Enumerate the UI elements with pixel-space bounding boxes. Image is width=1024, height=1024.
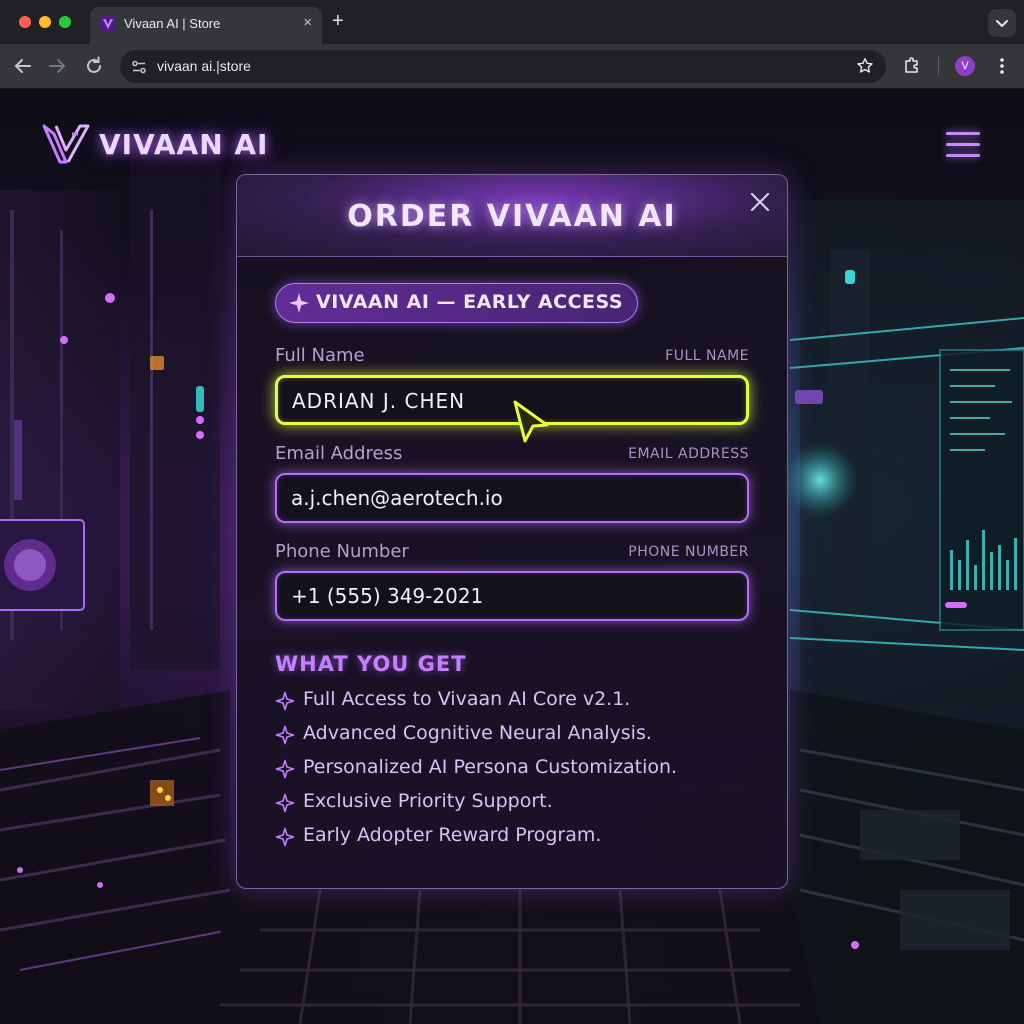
- email-input[interactable]: a.j.chen@aerotech.io: [275, 473, 749, 523]
- benefit-text: Exclusive Priority Support.: [303, 790, 553, 812]
- sparkle-icon: [289, 293, 309, 313]
- sparkle-outline-icon: [275, 759, 295, 779]
- window-minimize-button[interactable]: [39, 16, 51, 28]
- modal-title: ORDER VIVAAN AI: [347, 199, 677, 234]
- tab-search-button[interactable]: [988, 9, 1016, 37]
- benefit-text: Full Access to Vivaan AI Core v2.1.: [303, 688, 631, 710]
- forward-arrow-icon[interactable]: [45, 54, 69, 78]
- phone-hint: PHONE NUMBER: [628, 544, 749, 560]
- extensions-puzzle-icon[interactable]: [902, 55, 922, 75]
- benefit-text: Early Adopter Reward Program.: [303, 824, 602, 846]
- window-close-button[interactable]: [19, 16, 31, 28]
- tab-close-icon[interactable]: ×: [303, 14, 312, 31]
- browser-tab-bar: Vivaan AI | Store × +: [0, 0, 1024, 44]
- benefits-title: WHAT YOU GET: [275, 652, 467, 676]
- url-text[interactable]: vivaan ai.|store: [157, 58, 251, 74]
- back-arrow-icon[interactable]: [11, 54, 35, 78]
- benefit-text: Advanced Cognitive Neural Analysis.: [303, 722, 652, 744]
- early-access-badge: VIVAAN AI — EARLY ACCESS: [275, 283, 639, 323]
- window-zoom-button[interactable]: [59, 16, 71, 28]
- sparkle-outline-icon: [275, 827, 295, 847]
- phone-label: Phone Number: [275, 541, 409, 562]
- reload-icon[interactable]: [82, 54, 106, 78]
- order-modal: ORDER VIVAAN AI VIVAAN AI — EARLY ACCESS…: [236, 174, 788, 889]
- more-menu-icon[interactable]: [992, 55, 1012, 77]
- badge-text: VIVAAN AI — EARLY ACCESS: [316, 291, 624, 313]
- full-name-label: Full Name: [275, 345, 365, 366]
- mouse-cursor-icon: [513, 400, 549, 443]
- modal-header: ORDER VIVAAN AI: [237, 175, 787, 257]
- vivaan-logo-icon: [42, 124, 90, 164]
- email-label: Email Address: [275, 443, 403, 464]
- address-bar[interactable]: vivaan ai.|store: [120, 50, 886, 83]
- browser-tab-active[interactable]: Vivaan AI | Store ×: [90, 7, 322, 44]
- close-icon[interactable]: [749, 191, 771, 213]
- full-name-hint: FULL NAME: [665, 348, 749, 364]
- sparkle-outline-icon: [275, 691, 295, 711]
- bookmark-star-icon[interactable]: [856, 57, 874, 75]
- menu-hamburger-icon[interactable]: [946, 132, 980, 158]
- favicon-icon: [100, 16, 116, 32]
- toolbar-divider: [938, 57, 939, 75]
- sparkle-outline-icon: [275, 793, 295, 813]
- brand-name: VIVAAN AI: [99, 128, 269, 161]
- profile-avatar[interactable]: V: [955, 56, 975, 76]
- email-hint: EMAIL ADDRESS: [628, 446, 749, 462]
- browser-toolbar: vivaan ai.|store V: [0, 44, 1024, 89]
- site-settings-icon[interactable]: [130, 58, 148, 76]
- phone-input[interactable]: +1 (555) 349-2021: [275, 571, 749, 621]
- tab-title: Vivaan AI | Store: [124, 16, 221, 31]
- sparkle-outline-icon: [275, 725, 295, 745]
- new-tab-button[interactable]: +: [332, 10, 344, 32]
- benefit-text: Personalized AI Persona Customization.: [303, 756, 678, 778]
- page-content: VIVAAN AI ORDER VIVAAN AI VIVAAN AI — EA…: [0, 90, 1024, 1024]
- chevron-down-icon: [996, 20, 1008, 28]
